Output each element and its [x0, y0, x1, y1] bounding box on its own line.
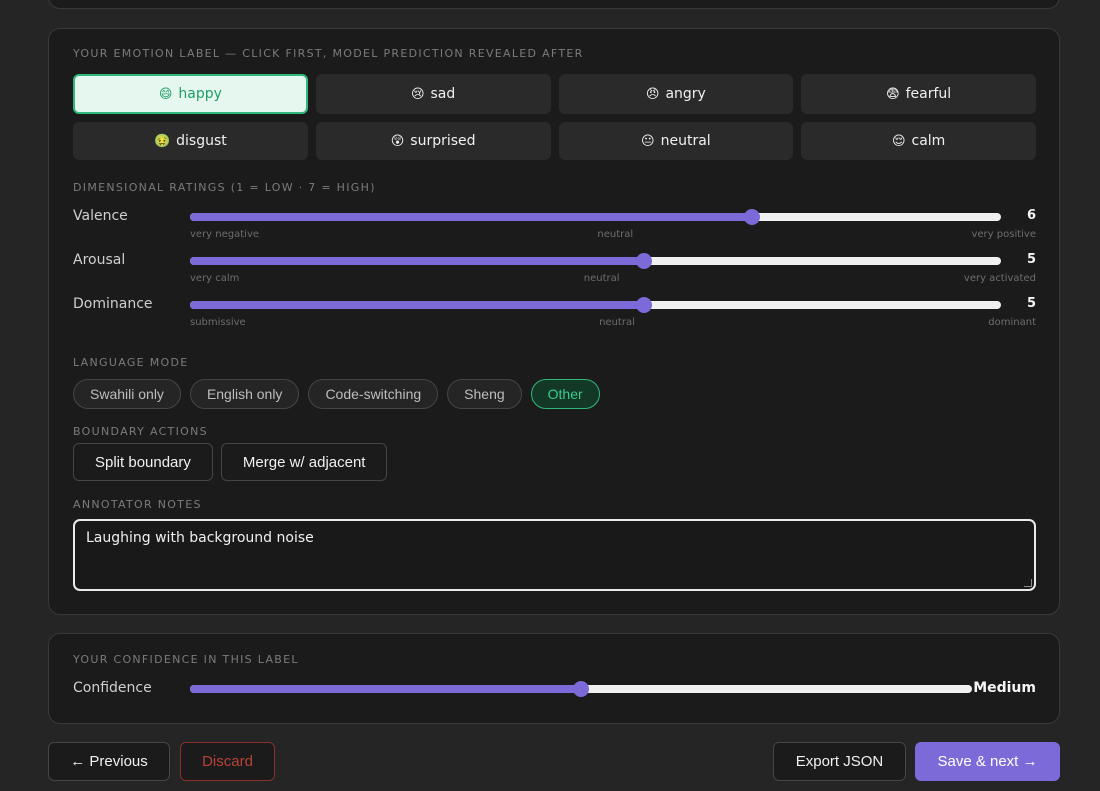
emotion-happy-button[interactable]: 😄 happy [73, 74, 308, 114]
arousal-slider[interactable] [190, 253, 1001, 269]
slider-label: Confidence [73, 680, 152, 696]
fearful-face-icon: 😨 [886, 86, 900, 102]
language-other[interactable]: Other [530, 379, 600, 409]
confidence-card: YOUR CONFIDENCE IN THIS LABEL Confidence… [48, 633, 1060, 724]
emotion-label: angry [665, 86, 706, 102]
confidence-slider[interactable] [190, 681, 972, 697]
scale-high: very activated [963, 273, 1036, 284]
slider-fill [190, 257, 644, 265]
slider-thumb[interactable] [635, 297, 652, 313]
emotion-fearful-button[interactable]: 😨 fearful [801, 74, 1036, 114]
export-json-button[interactable]: Export JSON [773, 742, 906, 781]
emotion-label: calm [911, 133, 946, 149]
annotator-notes-textarea[interactable]: Laughing with background noise [73, 519, 1036, 591]
language-english-only[interactable]: English only [189, 379, 300, 409]
notes-text: Laughing with background noise [86, 530, 314, 546]
merge-adjacent-button[interactable]: Merge w/ adjacent [220, 443, 388, 481]
slider-value: 5 [1026, 296, 1036, 311]
boundary-section-label: BOUNDARY ACTIONS [73, 425, 208, 438]
relieved-face-icon: 😌 [891, 133, 906, 149]
slider-fill [190, 213, 752, 221]
scale-low: very calm [190, 273, 240, 284]
emotion-angry-button[interactable]: 😠 angry [558, 74, 794, 114]
slider-thumb[interactable] [635, 253, 652, 269]
dominance-slider[interactable] [190, 297, 1001, 313]
discard-button[interactable]: Discard [180, 742, 275, 781]
scale-mid: neutral [599, 317, 635, 328]
language-code-switching[interactable]: Code-switching [308, 379, 439, 409]
language-swahili-only[interactable]: Swahili only [73, 379, 181, 409]
emotion-sad-button[interactable]: 😢 sad [315, 74, 551, 114]
astonished-face-icon: 😲 [390, 133, 405, 149]
notes-section-label: ANNOTATOR NOTES [73, 498, 202, 511]
emotion-label: disgust [176, 133, 227, 149]
slider-value: 5 [1026, 252, 1036, 267]
emotion-label: sad [430, 86, 456, 102]
emotion-disgust-button[interactable]: 🤢 disgust [73, 122, 308, 160]
resize-handle-icon[interactable] [1024, 579, 1032, 587]
emotion-label: surprised [410, 133, 476, 149]
emotion-label: neutral [660, 133, 711, 149]
language-sheng[interactable]: Sheng [447, 379, 522, 409]
emotion-calm-button[interactable]: 😌 calm [801, 122, 1036, 160]
slider-fill [190, 301, 644, 309]
emotion-section-label: YOUR EMOTION LABEL — CLICK FIRST, MODEL … [73, 47, 584, 60]
scale-mid: neutral [583, 273, 620, 284]
slider-value: 6 [1026, 208, 1036, 223]
slider-fill [190, 685, 581, 693]
previous-button[interactable]: ← Previous [48, 742, 170, 781]
split-boundary-button[interactable]: Split boundary [73, 443, 213, 481]
angry-face-icon: 😠 [645, 86, 660, 102]
slider-label: Arousal [73, 252, 126, 268]
emotion-neutral-button[interactable]: 😐 neutral [558, 122, 794, 160]
language-section-label: LANGUAGE MODE [73, 356, 189, 369]
language-mode-options: Swahili only English only Code-switching… [73, 379, 600, 409]
nauseated-face-icon: 🤢 [153, 133, 171, 149]
slider-scale: very calm neutral very activated [190, 273, 1036, 284]
slider-label: Valence [73, 208, 128, 224]
slider-scale: very negative neutral very positive [190, 229, 1036, 240]
slider-thumb[interactable] [743, 209, 760, 225]
confidence-value: Medium [973, 680, 1036, 696]
scale-low: submissive [190, 317, 246, 328]
emotion-surprised-button[interactable]: 😲 surprised [315, 122, 551, 160]
slider-scale: submissive neutral dominant [190, 317, 1036, 328]
slider-label: Dominance [73, 296, 153, 312]
valence-slider[interactable] [190, 209, 1001, 225]
save-next-button[interactable]: Save & next → [915, 742, 1060, 781]
scale-mid: neutral [597, 229, 634, 240]
emotion-label: happy [178, 86, 222, 102]
crying-face-icon: 😢 [410, 86, 425, 102]
annotation-card: YOUR EMOTION LABEL — CLICK FIRST, MODEL … [48, 28, 1060, 615]
emotion-grid: 😄 happy 😢 sad 😠 angry 😨 fearful 🤢 disgus… [73, 74, 1036, 160]
grinning-face-icon: 😄 [158, 86, 173, 102]
neutral-face-icon: 😐 [641, 133, 655, 149]
boundary-actions: Split boundary Merge w/ adjacent [73, 443, 388, 481]
scale-high: dominant [988, 317, 1036, 328]
dimensions-section-label: DIMENSIONAL RATINGS (1 = LOW · 7 = HIGH) [73, 181, 376, 194]
confidence-section-label: YOUR CONFIDENCE IN THIS LABEL [73, 653, 299, 666]
scale-high: very positive [971, 229, 1036, 240]
previous-card [48, 0, 1060, 9]
scale-low: very negative [190, 229, 260, 240]
slider-thumb[interactable] [573, 681, 589, 697]
emotion-label: fearful [905, 86, 952, 102]
